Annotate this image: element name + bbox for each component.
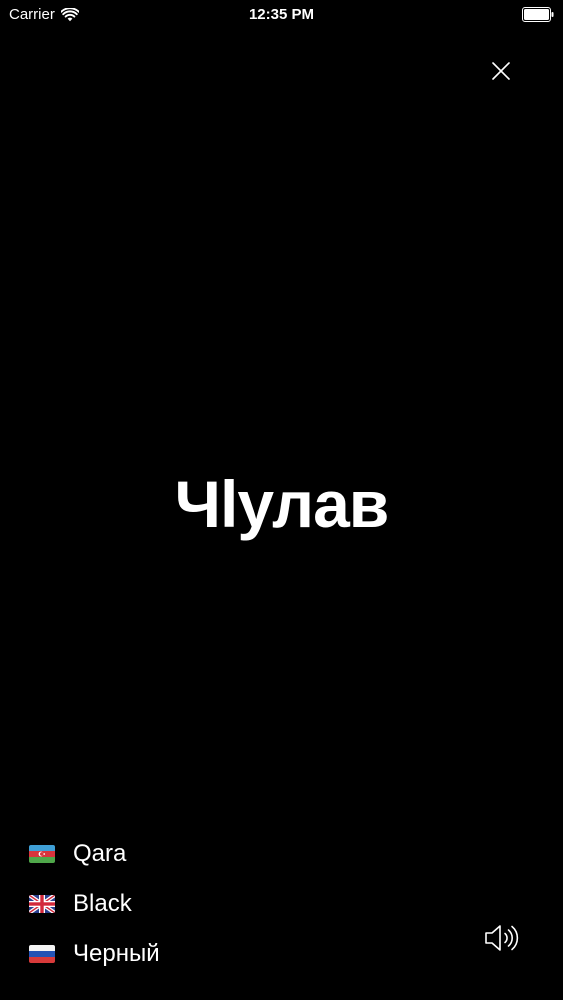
translation-russian: Черный (29, 934, 160, 974)
translation-text: Qara (73, 840, 127, 867)
status-bar: Carrier 12:35 PM (0, 0, 563, 30)
translation-english: Black (29, 884, 160, 924)
azerbaijan-flag-icon (29, 845, 55, 863)
speaker-button[interactable] (482, 919, 522, 957)
translation-azerbaijani: Qara (29, 834, 160, 874)
translation-text: Black (73, 890, 132, 917)
translations-list: Qara Black Черный (29, 834, 160, 984)
close-icon (492, 62, 510, 80)
speaker-icon (485, 925, 519, 951)
uk-flag-icon (29, 895, 55, 913)
translation-text: Черный (73, 940, 160, 967)
close-button[interactable] (484, 54, 518, 88)
main-word: Чlулав (174, 467, 390, 541)
status-time: 12:35 PM (248, 6, 315, 23)
russia-flag-icon (29, 945, 55, 963)
battery-icon (522, 7, 554, 22)
